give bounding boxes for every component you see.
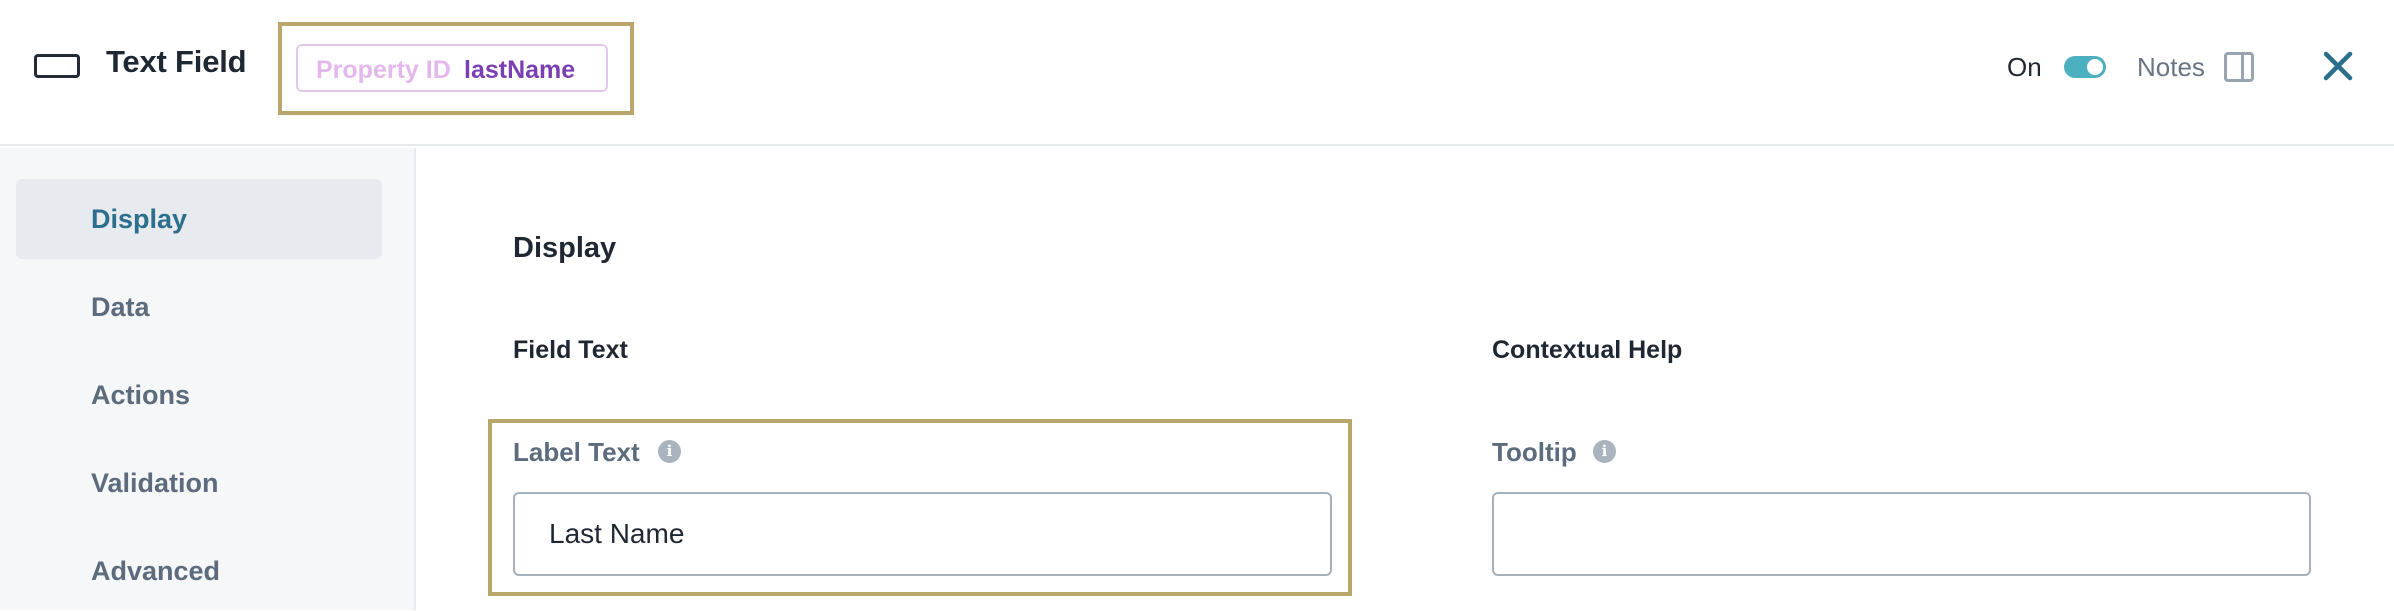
sidebar-item-label: Actions	[91, 380, 191, 410]
settings-sidebar: Display Data Actions Validation Advanced	[0, 148, 416, 610]
notes-label[interactable]: Notes	[2137, 52, 2205, 83]
sidebar-item-advanced[interactable]: Advanced	[16, 531, 382, 611]
field-text-heading: Field Text	[513, 336, 628, 364]
visibility-toggle[interactable]	[2064, 56, 2106, 78]
tooltip-input[interactable]	[1492, 492, 2311, 576]
property-id-badge[interactable]: Property ID lastName	[296, 44, 608, 92]
panel-title: Text Field	[106, 44, 247, 79]
label-text-input[interactable]	[513, 492, 1332, 576]
text-field-icon	[34, 54, 80, 78]
sidebar-item-actions[interactable]: Actions	[16, 355, 382, 435]
sidebar-item-validation[interactable]: Validation	[16, 443, 382, 523]
property-id-value: lastName	[464, 56, 576, 84]
info-icon[interactable]: i	[1593, 440, 1616, 463]
close-icon[interactable]	[2318, 46, 2358, 86]
label-text-label: Label Text	[513, 437, 640, 467]
sidebar-item-label: Advanced	[91, 556, 221, 586]
sidebar-item-label: Validation	[91, 468, 219, 498]
property-id-label: Property ID	[316, 56, 451, 84]
info-icon[interactable]: i	[658, 440, 681, 463]
contextual-help-heading: Contextual Help	[1492, 336, 1683, 364]
sidebar-item-label: Display	[91, 204, 188, 234]
notes-panel-icon[interactable]	[2224, 52, 2254, 82]
tooltip-label: Tooltip	[1492, 437, 1577, 467]
toggle-knob	[2087, 59, 2103, 75]
section-title: Display	[513, 232, 617, 264]
sidebar-item-label: Data	[91, 292, 150, 322]
sidebar-item-display[interactable]: Display	[16, 179, 382, 259]
sidebar-item-data[interactable]: Data	[16, 267, 382, 347]
visibility-toggle-label: On	[2007, 52, 2042, 82]
